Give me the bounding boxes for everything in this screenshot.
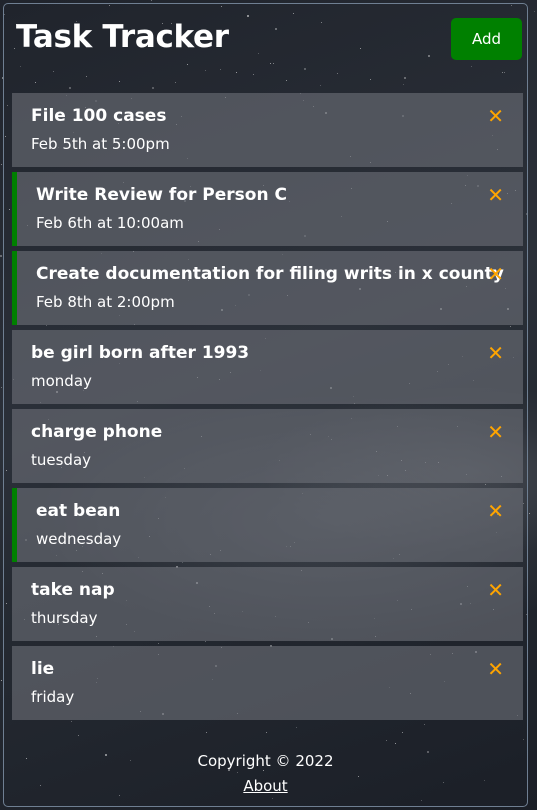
task-list: File 100 cases Feb 5th at 5:00pm ✕ Write…	[12, 93, 523, 725]
header: Task Tracker Add	[4, 4, 527, 84]
star	[151, 0, 152, 1]
star	[0, 255, 2, 257]
star	[534, 11, 535, 12]
task-title: lie	[31, 659, 55, 679]
task-title: take nap	[31, 580, 115, 600]
task-day: Feb 6th at 10:00am	[36, 214, 184, 232]
close-icon[interactable]: ✕	[487, 343, 504, 363]
task-title: charge phone	[31, 422, 163, 442]
task-day: Feb 5th at 5:00pm	[31, 135, 170, 153]
close-icon[interactable]: ✕	[487, 501, 504, 521]
task-title: Write Review for Person C	[36, 185, 287, 205]
task-day: tuesday	[31, 451, 92, 469]
app-container: Task Tracker Add File 100 cases Feb 5th …	[3, 3, 528, 807]
close-icon[interactable]: ✕	[487, 659, 504, 679]
task-day: monday	[31, 372, 92, 390]
task-item[interactable]: charge phone tuesday ✕	[12, 409, 523, 483]
footer: Copyright © 2022 About	[4, 752, 527, 795]
task-item[interactable]: be girl born after 1993 monday ✕	[12, 330, 523, 404]
close-icon[interactable]: ✕	[487, 422, 504, 442]
task-title: eat bean	[36, 501, 121, 521]
star	[1, 680, 2, 681]
about-link[interactable]: About	[243, 777, 287, 795]
task-item-reminder[interactable]: Create documentation for filing writs in…	[12, 251, 523, 325]
task-title: be girl born after 1993	[31, 343, 250, 363]
task-item[interactable]: take nap thursday ✕	[12, 567, 523, 641]
task-day: wednesday	[36, 530, 122, 548]
task-title: Create documentation for filing writs in…	[36, 264, 504, 284]
task-day: friday	[31, 688, 75, 706]
page-title: Task Tracker	[16, 19, 229, 55]
task-item[interactable]: lie friday ✕	[12, 646, 523, 720]
copyright-text: Copyright © 2022	[197, 752, 334, 770]
star	[1, 387, 2, 388]
task-title: File 100 cases	[31, 106, 167, 126]
task-day: Feb 8th at 2:00pm	[36, 293, 175, 311]
task-item-reminder[interactable]: Write Review for Person C Feb 6th at 10:…	[12, 172, 523, 246]
task-day: thursday	[31, 609, 98, 627]
close-icon[interactable]: ✕	[487, 580, 504, 600]
close-icon[interactable]: ✕	[487, 185, 504, 205]
close-icon[interactable]: ✕	[487, 264, 504, 284]
add-task-button[interactable]: Add	[451, 18, 522, 60]
star	[1, 164, 2, 165]
task-item[interactable]: File 100 cases Feb 5th at 5:00pm ✕	[12, 93, 523, 167]
task-item-reminder[interactable]: eat bean wednesday ✕	[12, 488, 523, 562]
star	[529, 513, 530, 514]
close-icon[interactable]: ✕	[487, 106, 504, 126]
